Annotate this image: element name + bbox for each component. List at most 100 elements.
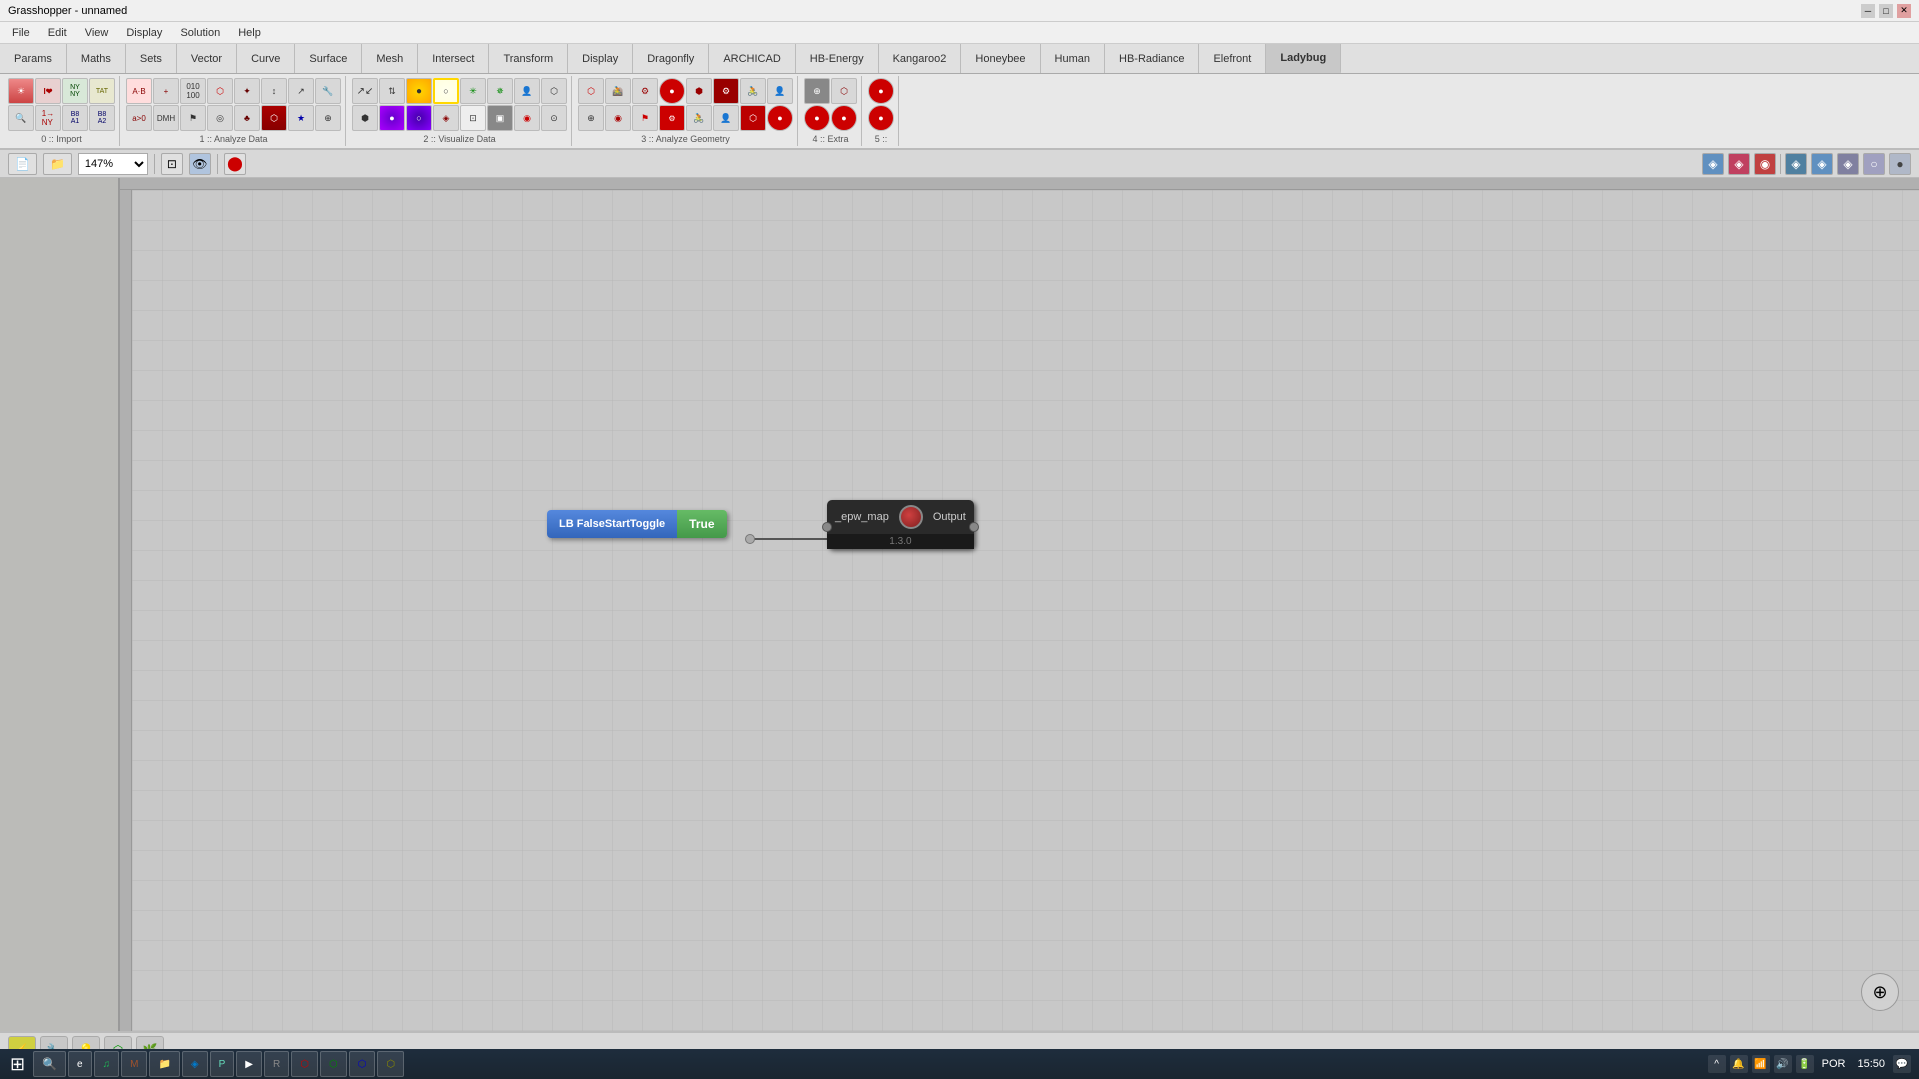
- taskbar-sys-network[interactable]: 📶: [1752, 1055, 1770, 1073]
- tab-dragonfly[interactable]: Dragonfly: [633, 44, 709, 73]
- epw-map-node[interactable]: _epw_map Output 1.3.0: [827, 500, 974, 549]
- taskbar-spotify[interactable]: ♫: [94, 1051, 120, 1077]
- toolbar-icon-3[interactable]: NYNY: [62, 78, 88, 104]
- new-button[interactable]: 📄: [8, 153, 37, 175]
- toolbar-icon-v-9[interactable]: ⬢: [352, 105, 378, 131]
- toolbar-icon-g-6[interactable]: ⚙: [713, 78, 739, 104]
- zoom-selector[interactable]: 147% 100% 50% 200%: [78, 153, 148, 175]
- tab-kangaroo2[interactable]: Kangaroo2: [879, 44, 962, 73]
- toolbar-icon-v-5[interactable]: ✳: [460, 78, 486, 104]
- toolbar-icon-ad-7[interactable]: ↗: [288, 78, 314, 104]
- taskbar-app2[interactable]: ⬡: [320, 1051, 347, 1077]
- toolbar-icon-ad-16[interactable]: ⊕: [315, 105, 341, 131]
- false-start-toggle-box[interactable]: LB FalseStartToggle True: [547, 510, 727, 538]
- tab-maths[interactable]: Maths: [67, 44, 126, 73]
- toolbar-icon-ad-11[interactable]: ⚑: [180, 105, 206, 131]
- draw-mode-button[interactable]: ⬤: [224, 153, 246, 175]
- false-start-toggle-node[interactable]: LB FalseStartToggle True: [547, 510, 727, 538]
- tab-intersect[interactable]: Intersect: [418, 44, 489, 73]
- toolbar-icon-g-15[interactable]: ⬡: [740, 105, 766, 131]
- toolbar-icon-v-13[interactable]: ⊡: [460, 105, 486, 131]
- taskbar-rhino[interactable]: R: [264, 1051, 289, 1077]
- tab-sets[interactable]: Sets: [126, 44, 177, 73]
- toolbar-icon-ad-12[interactable]: ◎: [207, 105, 233, 131]
- tab-curve[interactable]: Curve: [237, 44, 295, 73]
- toolbar-icon-ad-1[interactable]: A·B: [126, 78, 152, 104]
- toolbar-icon-e-4[interactable]: ●: [831, 105, 857, 131]
- toolbar-icon-ad-10[interactable]: DMH: [153, 105, 179, 131]
- menu-help[interactable]: Help: [230, 25, 269, 41]
- menu-file[interactable]: File: [4, 25, 38, 41]
- taskbar-sys-sound[interactable]: 🔊: [1774, 1055, 1792, 1073]
- taskbar-sys-notifications[interactable]: 💬: [1893, 1055, 1911, 1073]
- corner-navigator[interactable]: ⊕: [1861, 973, 1899, 1011]
- toolbar-icon-2[interactable]: I❤: [35, 78, 61, 104]
- toolbar-icon-v-2[interactable]: ⇅: [379, 78, 405, 104]
- tab-hb-radiance[interactable]: HB-Radiance: [1105, 44, 1199, 73]
- toolbar-icon-ad-13[interactable]: ♣: [234, 105, 260, 131]
- menu-view[interactable]: View: [77, 25, 117, 41]
- main-canvas[interactable]: LB FalseStartToggle True _epw_map: [132, 190, 1919, 1031]
- toolbar-icon-v-8[interactable]: ⬡: [541, 78, 567, 104]
- toolbar-icon-g-14[interactable]: 👤: [713, 105, 739, 131]
- taskbar-minecraft[interactable]: M: [121, 1051, 147, 1077]
- view-icon-7[interactable]: ○: [1863, 153, 1885, 175]
- toolbar-icon-5-1[interactable]: ●: [868, 78, 894, 104]
- menu-display[interactable]: Display: [118, 25, 170, 41]
- toolbar-icon-g-3[interactable]: ⚙: [632, 78, 658, 104]
- view-icon-2[interactable]: ◈: [1728, 153, 1750, 175]
- taskbar-explorer[interactable]: 📁: [149, 1051, 179, 1077]
- menu-solution[interactable]: Solution: [172, 25, 228, 41]
- tab-hb-energy[interactable]: HB-Energy: [796, 44, 879, 73]
- taskbar-sys-battery[interactable]: 🔋: [1796, 1055, 1814, 1073]
- toolbar-icon-v-16[interactable]: ⊙: [541, 105, 567, 131]
- toolbar-icon-g-2[interactable]: 🚵: [605, 78, 631, 104]
- toolbar-icon-ad-4[interactable]: ⬡: [207, 78, 233, 104]
- tab-honeybee[interactable]: Honeybee: [961, 44, 1040, 73]
- toolbar-icon-5[interactable]: 🔍: [8, 105, 34, 131]
- menu-edit[interactable]: Edit: [40, 25, 75, 41]
- fit-view-button[interactable]: ⊡: [161, 153, 183, 175]
- toolbar-icon-g-4[interactable]: ●: [659, 78, 685, 104]
- tab-ladybug[interactable]: Ladybug: [1266, 44, 1341, 73]
- toolbar-icon-ad-5[interactable]: ✦: [234, 78, 260, 104]
- toolbar-icon-ad-3[interactable]: 010100: [180, 78, 206, 104]
- view-icon-5[interactable]: ◈: [1811, 153, 1833, 175]
- taskbar-pycharm[interactable]: P: [210, 1051, 235, 1077]
- toolbar-icon-ad-14[interactable]: ⬡: [261, 105, 287, 131]
- taskbar-edge[interactable]: e: [68, 1051, 92, 1077]
- toolbar-icon-7[interactable]: B8A1: [62, 105, 88, 131]
- toolbar-icon-v-6[interactable]: ✵: [487, 78, 513, 104]
- toolbar-icon-v-11[interactable]: ○: [406, 105, 432, 131]
- toolbar-icon-v-15[interactable]: ◉: [514, 105, 540, 131]
- tab-transform[interactable]: Transform: [489, 44, 568, 73]
- tab-params[interactable]: Params: [0, 44, 67, 73]
- toolbar-icon-g-5[interactable]: ⬢: [686, 78, 712, 104]
- search-button[interactable]: 🔍: [33, 1051, 66, 1077]
- toolbar-icon-v-12[interactable]: ◈: [433, 105, 459, 131]
- toolbar-icon-5-2[interactable]: ●: [868, 105, 894, 131]
- taskbar-app3[interactable]: ⬡: [349, 1051, 376, 1077]
- view-icon-4[interactable]: ◈: [1785, 153, 1807, 175]
- toolbar-icon-g-1[interactable]: ⬡: [578, 78, 604, 104]
- toolbar-icon-g-13[interactable]: 🚴: [686, 105, 712, 131]
- tab-human[interactable]: Human: [1041, 44, 1105, 73]
- taskbar-vscode[interactable]: ◈: [182, 1051, 208, 1077]
- tab-archicad[interactable]: ARCHICAD: [709, 44, 795, 73]
- toolbar-icon-ad-15[interactable]: ★: [288, 105, 314, 131]
- view-icon-6[interactable]: ◈: [1837, 153, 1859, 175]
- toolbar-icon-g-10[interactable]: ◉: [605, 105, 631, 131]
- toolbar-icon-e-2[interactable]: ⬡: [831, 78, 857, 104]
- toolbar-icon-6[interactable]: 1→NY: [35, 105, 61, 131]
- view-icon-3[interactable]: ◉: [1754, 153, 1776, 175]
- taskbar-app4[interactable]: ⬡: [377, 1051, 404, 1077]
- tab-surface[interactable]: Surface: [295, 44, 362, 73]
- minimize-button[interactable]: ─: [1861, 4, 1875, 18]
- toolbar-icon-g-9[interactable]: ⊕: [578, 105, 604, 131]
- toolbar-icon-g-11[interactable]: ⚑: [632, 105, 658, 131]
- toolbar-icon-g-8[interactable]: 👤: [767, 78, 793, 104]
- tab-vector[interactable]: Vector: [177, 44, 237, 73]
- epw-map-box[interactable]: _epw_map Output 1.3.0: [827, 500, 974, 549]
- open-button[interactable]: 📁: [43, 153, 72, 175]
- tab-display[interactable]: Display: [568, 44, 633, 73]
